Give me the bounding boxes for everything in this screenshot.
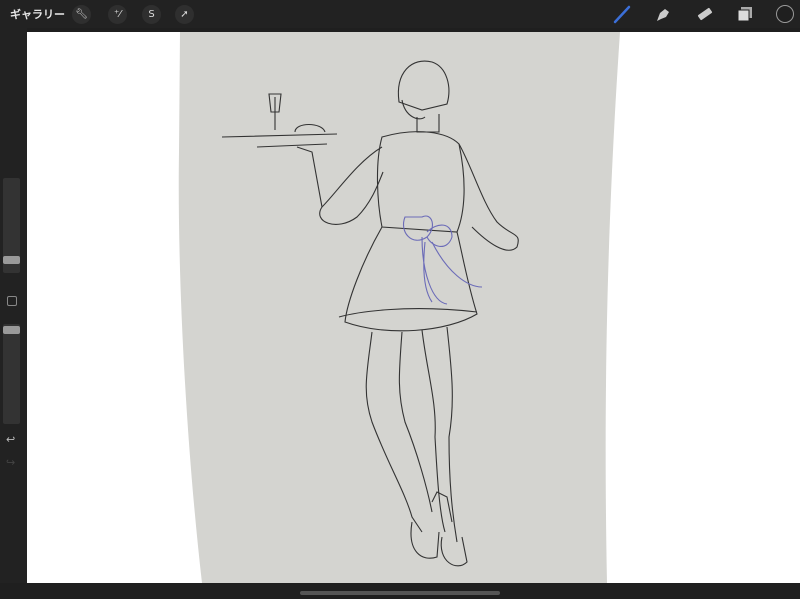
selection-icon[interactable]: S <box>142 5 161 24</box>
layers-icon[interactable] <box>734 4 756 24</box>
brush-size-slider[interactable] <box>3 178 20 273</box>
undo-icon[interactable]: ↩ <box>6 433 15 446</box>
home-indicator[interactable] <box>300 591 500 595</box>
redo-icon[interactable]: ↪ <box>6 456 15 469</box>
opacity-slider[interactable] <box>3 324 20 424</box>
brush-icon[interactable] <box>611 4 633 24</box>
opacity-thumb[interactable] <box>3 326 20 334</box>
brush-size-thumb[interactable] <box>3 256 20 264</box>
wrench-icon[interactable]: 🔧︎ <box>72 5 91 24</box>
gallery-button[interactable]: ギャラリー <box>10 6 65 22</box>
sketch-artwork <box>178 32 620 583</box>
color-icon[interactable] <box>775 4 795 24</box>
eraser-icon[interactable] <box>694 4 716 24</box>
drawing-canvas[interactable] <box>27 32 800 583</box>
top-toolbar: ギャラリー 🔧︎ ⁺⁄ S ➚ <box>0 0 800 28</box>
sidebar: ↩ ↪ <box>0 28 27 588</box>
magic-wand-icon[interactable]: ⁺⁄ <box>108 5 127 24</box>
modify-button[interactable] <box>7 296 17 306</box>
transform-arrow-icon[interactable]: ➚ <box>175 5 194 24</box>
smudge-icon[interactable] <box>652 4 674 24</box>
